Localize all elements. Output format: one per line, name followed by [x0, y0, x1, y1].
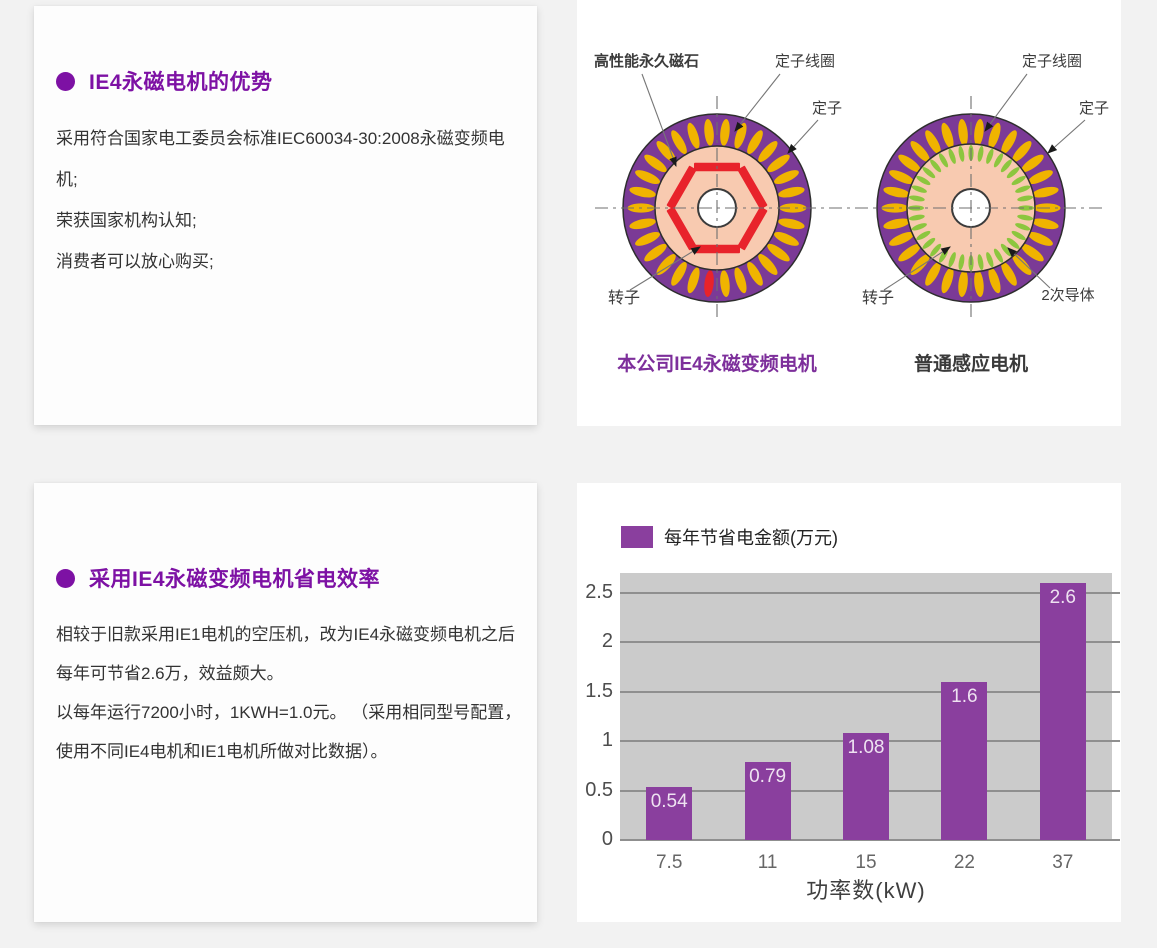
y-axis-tick-label: 1	[577, 729, 613, 752]
advantages-card: IE4永磁电机的优势 采用符合国家电工委员会标准IEC60034-30:2008…	[34, 6, 537, 425]
efficiency-body: 相较于旧款采用IE1电机的空压机，改为IE4永磁变频电机之后每年可节省2.6万，…	[56, 615, 526, 771]
chart-legend: 每年节省电金额(万元)	[621, 524, 838, 550]
y-axis-tick-label: 0	[577, 828, 613, 851]
stator-left-label: 定子	[812, 100, 842, 117]
motor-comparison-diagram: 高性能永久磁石 定子线圈 定子 定子线圈 定子 转子 转子 2次导体 本公司IE…	[577, 0, 1121, 426]
bullet-icon	[56, 72, 75, 91]
y-axis-tick-label: 2.5	[577, 581, 613, 604]
y-axis-tick-label: 0.5	[577, 779, 613, 802]
bar-value-label: 1.08	[843, 737, 889, 759]
rotor-right-label: 转子	[862, 289, 894, 307]
advantages-body: 采用符合国家电工委员会标准IEC60034-30:2008永磁变频电机;荣获国家…	[56, 118, 526, 282]
body-text-line: 荣获国家机构认知;	[56, 200, 526, 241]
induction-motor-caption: 普通感应电机	[914, 352, 1028, 375]
y-axis-tick-label: 2	[577, 630, 613, 653]
stator-right-leader-arrow	[1048, 120, 1085, 153]
bar-value-label: 2.6	[1040, 587, 1086, 609]
stator-right-label: 定子	[1079, 100, 1109, 117]
bullet-icon	[56, 569, 75, 588]
legend-label: 每年节省电金额(万元)	[664, 524, 838, 550]
bar: 1.6	[941, 682, 987, 840]
x-axis-tick-label: 37	[1023, 852, 1103, 874]
stator-coil-right-label: 定子线圈	[1022, 53, 1082, 70]
efficiency-card: 采用IE4永磁变频电机省电效率 相较于旧款采用IE1电机的空压机，改为IE4永磁…	[34, 483, 537, 922]
bar: 2.6	[1040, 583, 1086, 840]
ie4-motor-caption: 本公司IE4永磁变频电机	[617, 352, 817, 375]
bar: 1.08	[843, 733, 889, 840]
body-text-line: 以每年运行7200小时，1KWH=1.0元。 （采用相同型号配置，使用不同IE4…	[56, 693, 526, 771]
savings-chart-panel: 每年节省电金额(万元) 功率数(kW) 0 0.5 1 1.5 2 2.5 0.54 7.5 0…	[577, 483, 1121, 922]
bar: 0.54	[646, 787, 692, 840]
advantages-heading-row: IE4永磁电机的优势	[56, 6, 537, 96]
efficiency-heading-row: 采用IE4永磁变频电机省电效率	[56, 483, 537, 593]
body-text-line: 消费者可以放心购买;	[56, 241, 526, 282]
motor-diagram-panel: 高性能永久磁石 定子线圈 定子 定子线圈 定子 转子 转子 2次导体 本公司IE…	[577, 0, 1121, 426]
x-axis-tick-label: 15	[826, 852, 906, 874]
bar-value-label: 0.54	[646, 791, 692, 813]
x-axis-tick-label: 11	[728, 852, 808, 874]
page: { "theme": { "page-bg": "#f2f2f2", "card…	[0, 0, 1157, 948]
bar: 0.79	[745, 762, 791, 840]
body-text-line: 采用符合国家电工委员会标准IEC60034-30:2008永磁变频电机;	[56, 118, 526, 200]
magnet-label: 高性能永久磁石	[594, 52, 699, 70]
efficiency-title: 采用IE4永磁变频电机省电效率	[89, 563, 380, 593]
x-axis-title: 功率数(kW)	[620, 873, 1112, 905]
rotor-left-label: 转子	[608, 289, 640, 307]
x-axis-tick-label: 22	[924, 852, 1004, 874]
bar-value-label: 1.6	[941, 686, 987, 708]
advantages-title: IE4永磁电机的优势	[89, 66, 273, 96]
bar-value-label: 0.79	[745, 766, 791, 788]
stator-left-leader-arrow	[788, 120, 818, 153]
x-axis-tick-label: 7.5	[629, 852, 709, 874]
stator-coil-left-label: 定子线圈	[775, 53, 835, 70]
body-text-line: 相较于旧款采用IE1电机的空压机，改为IE4永磁变频电机之后每年可节省2.6万，…	[56, 615, 526, 693]
secondary-conductor-label: 2次导体	[1041, 287, 1094, 304]
legend-color-swatch	[621, 526, 653, 548]
y-axis-tick-label: 1.5	[577, 680, 613, 703]
